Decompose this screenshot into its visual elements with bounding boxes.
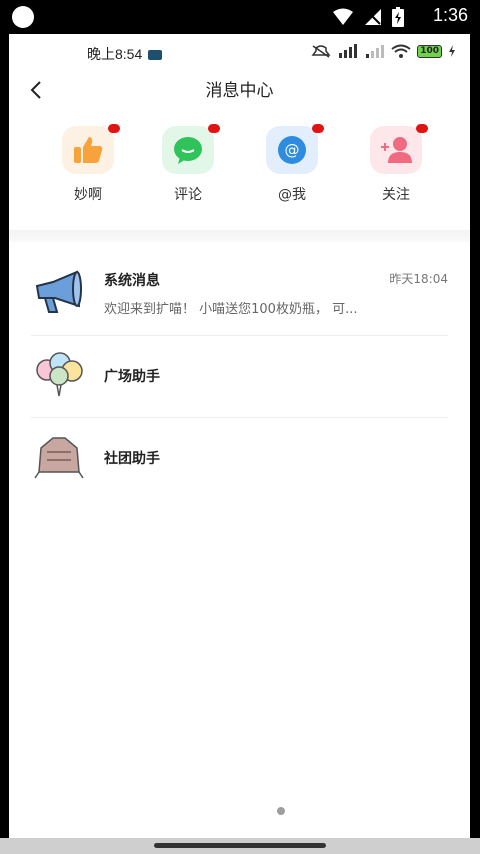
gesture-navigation-bar: [0, 838, 480, 854]
at-icon: @: [278, 136, 306, 164]
message-sender-name: 系统消息: [104, 273, 160, 289]
category-likes-icon-box: [62, 124, 120, 174]
system-status-icons: [332, 7, 404, 27]
megaphone-icon: [35, 270, 82, 313]
system-clock: 1:36: [432, 5, 468, 25]
category-likes-label: 妙啊: [74, 187, 102, 203]
signal-off-icon: [365, 9, 381, 25]
message-row-square-helper[interactable]: 广场助手: [9, 336, 470, 418]
wifi-icon-small: [391, 44, 411, 58]
category-likes[interactable]: 妙啊: [43, 124, 133, 204]
message-timestamp: 昨天18:04: [389, 272, 448, 286]
home-gesture-handle[interactable]: [154, 843, 326, 848]
signal-weak-icon: [366, 45, 385, 58]
message-categories: 妙啊 评论 @ @我 关注: [9, 124, 470, 216]
message-sender-name: 社团助手: [104, 451, 160, 467]
notification-dot-icon: [12, 6, 34, 28]
category-follows-label: 关注: [382, 187, 410, 203]
category-comments[interactable]: 评论: [143, 124, 233, 204]
message-row-system[interactable]: 系统消息 昨天18:04 欢迎来到扩喵！ 小喵送您100枚奶瓶， 可...: [9, 254, 470, 336]
page-indicator-dot: [277, 807, 285, 815]
category-comments-label: 评论: [174, 187, 202, 203]
category-mentions-label: @我: [278, 187, 306, 203]
message-list: 系统消息 昨天18:04 欢迎来到扩喵！ 小喵送您100枚奶瓶， 可... 广场…: [9, 254, 470, 500]
category-likes-badge: [108, 124, 120, 133]
battery-charging-icon: [392, 7, 404, 27]
message-row-club-helper[interactable]: 社团助手: [9, 418, 470, 500]
balloons-icon: [36, 352, 83, 397]
category-mentions-icon-box: @: [266, 124, 324, 174]
svg-text:@: @: [285, 141, 300, 159]
system-status-bar: 1:36: [0, 0, 480, 34]
inner-clock: 晚上8:54: [87, 44, 163, 64]
battery-indicator: 100: [417, 44, 442, 58]
page-header: 消息中心: [9, 70, 470, 112]
mute-icon: [311, 45, 331, 58]
wifi-icon: [333, 8, 353, 25]
page-title: 消息中心: [205, 81, 274, 101]
message-sender-name: 广场助手: [104, 369, 160, 385]
app-screen: 晚上8:54 100 消息中心 妙啊 评论 @ @我 关注 系统消息 昨天18:…: [9, 34, 470, 840]
inner-clock-text: 晚上8:54: [87, 46, 143, 62]
charging-bolt-icon: [449, 45, 455, 57]
inner-status-icons: 100: [311, 44, 456, 58]
message-preview: 欢迎来到扩喵！ 小喵送您100枚奶瓶， 可...: [104, 302, 358, 317]
add-follower-icon: [381, 137, 412, 163]
category-mentions[interactable]: @ @我: [247, 124, 337, 204]
image-notification-icon: [148, 50, 163, 61]
comment-icon: [174, 137, 202, 164]
club-icon: [34, 437, 84, 479]
category-comments-icon-box: [162, 124, 220, 174]
inner-status-bar: 晚上8:54 100: [9, 34, 470, 70]
category-follows-icon-box: [370, 124, 428, 174]
thumbs-up-icon: [74, 137, 103, 163]
category-follows-badge: [416, 124, 428, 133]
category-comments-badge: [208, 124, 220, 133]
category-mentions-badge: [312, 124, 324, 133]
section-divider: [9, 230, 470, 242]
category-follows[interactable]: 关注: [351, 124, 441, 204]
signal-hd-icon: [339, 44, 358, 58]
